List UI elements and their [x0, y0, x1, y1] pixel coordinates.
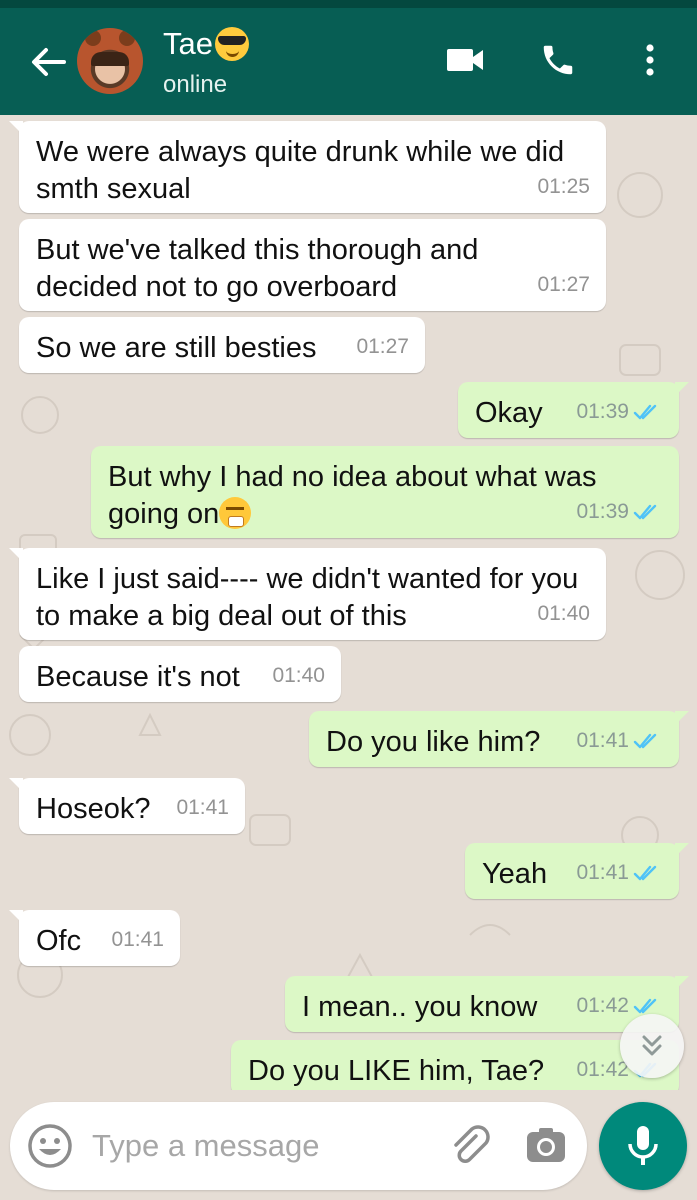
menu-button[interactable]	[628, 38, 672, 82]
chat-header: Tae online	[0, 8, 697, 115]
message-text: But we've talked this thorough and decid…	[36, 234, 479, 303]
incoming-message[interactable]: Hoseok? 01:41	[9, 778, 245, 834]
read-receipt-icon	[633, 733, 657, 748]
status-bar	[0, 0, 697, 8]
incoming-message[interactable]: We were always quite drunk while we did …	[9, 121, 606, 213]
bubble-tail	[675, 843, 689, 857]
scroll-to-bottom-button[interactable]	[620, 1014, 684, 1078]
message-text: Do you LIKE him, Tae?	[248, 1055, 545, 1087]
incoming-message[interactable]: But we've talked this thorough and decid…	[19, 219, 606, 311]
message-text: Like I just said---- we didn't wanted fo…	[36, 563, 579, 632]
microphone-icon	[628, 1126, 658, 1165]
message-time: 01:42	[576, 994, 629, 1017]
outgoing-message[interactable]: I mean.. you know 01:42	[285, 976, 689, 1032]
message-time: 01:41	[176, 796, 229, 819]
message-time: 01:39	[576, 400, 629, 423]
outgoing-message[interactable]: But why I had no idea about what was goi…	[91, 446, 679, 538]
message-meta: 01:41	[111, 921, 164, 958]
sunglasses-emoji-icon	[214, 27, 249, 61]
contact-status: online	[163, 71, 228, 98]
message-text: We were always quite drunk while we did …	[36, 136, 565, 205]
message-time: 01:40	[537, 602, 590, 625]
message-time: 01:41	[576, 729, 629, 752]
read-receipt-icon	[633, 865, 657, 880]
message-text: Do you like him?	[326, 726, 541, 758]
message-time: 01:41	[111, 928, 164, 951]
message-meta: 01:27	[356, 328, 409, 365]
emoji-button[interactable]	[26, 1122, 74, 1170]
incoming-message[interactable]: Ofc 01:41	[9, 910, 180, 966]
message-meta: 01:41	[176, 789, 229, 826]
message-input[interactable]	[92, 1124, 422, 1168]
video-camera-icon	[447, 49, 483, 71]
video-call-button[interactable]	[443, 38, 487, 82]
bubble-tail	[9, 778, 23, 792]
attach-button[interactable]	[446, 1122, 494, 1170]
bubble-tail	[675, 976, 689, 990]
voice-record-button[interactable]	[599, 1102, 687, 1190]
bubble-tail	[675, 382, 689, 396]
smiley-icon	[28, 1124, 72, 1168]
message-meta: 01:27	[537, 266, 590, 303]
bubble-tail	[9, 910, 23, 924]
message-list[interactable]: We were always quite drunk while we did …	[0, 115, 697, 1090]
message-text: Yeah	[482, 858, 548, 890]
message-time: 01:41	[576, 861, 629, 884]
message-composer	[10, 1102, 587, 1190]
bubble-tail	[9, 548, 23, 562]
camera-button[interactable]	[522, 1122, 570, 1170]
message-meta: 01:41	[576, 854, 663, 891]
bubble-tail	[675, 711, 689, 725]
message-text: Ofc	[36, 925, 82, 957]
message-meta: 01:40	[537, 595, 590, 632]
message-meta: 01:40	[272, 657, 325, 694]
incoming-message[interactable]: Like I just said---- we didn't wanted fo…	[9, 548, 606, 640]
message-time: 01:40	[272, 664, 325, 687]
steam-face-emoji-icon	[219, 497, 252, 529]
outgoing-message[interactable]: Okay 01:39	[458, 382, 689, 438]
outgoing-message[interactable]: Do you like him? 01:41	[309, 711, 689, 767]
outgoing-message[interactable]: Do you LIKE him, Tae? 01:42	[231, 1040, 679, 1090]
read-receipt-icon	[633, 504, 657, 519]
more-vertical-icon	[646, 44, 654, 76]
arrow-left-icon	[32, 48, 66, 76]
voice-call-button[interactable]	[536, 38, 580, 82]
message-text: Hoseok?	[36, 793, 151, 825]
paperclip-icon	[454, 1125, 490, 1163]
message-time: 01:39	[576, 500, 629, 523]
back-button[interactable]	[26, 40, 70, 84]
message-meta: 01:41	[576, 722, 663, 759]
message-text: But why I had no idea about what was goi…	[108, 461, 597, 530]
contact-name-text: Tae	[163, 26, 213, 61]
phone-icon	[543, 45, 573, 75]
contact-avatar[interactable]	[77, 28, 143, 94]
message-meta: 01:25	[537, 168, 590, 205]
message-time: 01:25	[537, 175, 590, 198]
message-text: Because it's not	[36, 661, 240, 693]
read-receipt-icon	[633, 404, 657, 419]
camera-icon	[527, 1128, 565, 1162]
contact-name[interactable]: Tae	[163, 26, 249, 62]
message-text: I mean.. you know	[302, 991, 538, 1023]
message-text: So we are still besties	[36, 332, 317, 364]
message-time: 01:27	[537, 273, 590, 296]
bubble-tail	[9, 121, 23, 135]
message-meta: 01:39	[576, 393, 663, 430]
message-meta: 01:39	[576, 493, 663, 530]
message-text: Okay	[475, 397, 543, 429]
message-time: 01:27	[356, 335, 409, 358]
read-receipt-icon	[633, 998, 657, 1013]
incoming-message[interactable]: So we are still besties 01:27	[19, 317, 425, 373]
incoming-message[interactable]: Because it's not 01:40	[19, 646, 341, 702]
outgoing-message[interactable]: Yeah 01:41	[465, 843, 689, 899]
double-chevron-down-icon	[642, 1035, 662, 1056]
